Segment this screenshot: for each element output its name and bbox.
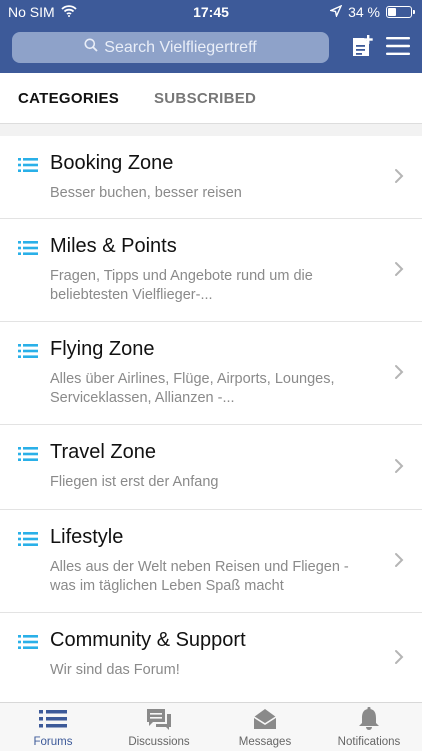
category-row-lifestyle[interactable]: Lifestyle Alles aus der Welt neben Reise… — [0, 510, 422, 613]
menu-button[interactable] — [385, 36, 411, 60]
category-title: Travel Zone — [50, 441, 156, 463]
category-description: Besser buchen, besser reisen — [50, 185, 242, 201]
chevron-right-icon — [394, 364, 404, 385]
category-description: Alles über Airlines, Flüge, Airports, Lo… — [50, 371, 335, 406]
nav-label: Forums — [33, 736, 73, 748]
tab-categories[interactable]: CATEGORIES — [18, 90, 119, 107]
list-icon — [18, 447, 38, 466]
chat-bubbles-icon — [145, 709, 173, 734]
nav-label: Notifications — [337, 736, 401, 748]
search-placeholder: Search Vielfliegertreff — [104, 38, 257, 56]
envelope-icon — [251, 709, 279, 734]
bell-icon — [355, 707, 383, 734]
chevron-right-icon — [394, 168, 404, 189]
category-row-travel-zone[interactable]: Travel Zone Fliegen ist erst der Anfang — [0, 425, 422, 510]
category-row-booking-zone[interactable]: Booking Zone Besser buchen, besser reise… — [0, 136, 422, 219]
hamburger-menu-icon — [386, 36, 410, 60]
bottom-tab-bar: Forums Discussions Messages Notification… — [0, 702, 422, 751]
list-icon — [18, 635, 38, 654]
nav-discussions[interactable]: Discussions — [106, 707, 212, 748]
chevron-right-icon — [394, 649, 404, 670]
nav-notifications[interactable]: Notifications — [316, 707, 422, 748]
list-icon — [18, 158, 38, 177]
nav-messages[interactable]: Messages — [212, 707, 318, 748]
tab-subscribed[interactable]: SUBSCRIBED — [154, 90, 256, 107]
list-icon — [18, 241, 38, 260]
top-navigation-bar: No SIM 17:45 34 % Search Vielfliegertref… — [0, 0, 422, 73]
search-input[interactable]: Search Vielfliegertreff — [12, 32, 329, 63]
category-row-flying-zone[interactable]: Flying Zone Alles über Airlines, Flüge, … — [0, 322, 422, 425]
chevron-right-icon — [394, 552, 404, 573]
category-title: Flying Zone — [50, 338, 155, 360]
list-icon — [18, 344, 38, 363]
nav-forums[interactable]: Forums — [0, 707, 106, 748]
chevron-right-icon — [394, 458, 404, 479]
category-description: Fragen, Tipps und Angebote rund um die b… — [50, 268, 313, 303]
nav-label: Discussions — [128, 736, 190, 748]
battery-icon — [386, 6, 415, 18]
battery-percent: 34 % — [348, 4, 380, 20]
chevron-right-icon — [394, 261, 404, 282]
list-icon — [39, 710, 67, 734]
category-list: Booking Zone Besser buchen, besser reise… — [0, 136, 422, 703]
category-description: Alles aus der Welt neben Reisen und Flie… — [50, 559, 349, 594]
list-icon — [18, 532, 38, 551]
category-title: Community & Support — [50, 629, 246, 651]
category-description: Fliegen ist erst der Anfang — [50, 474, 219, 490]
category-row-miles-points[interactable]: Miles & Points Fragen, Tipps und Angebot… — [0, 219, 422, 322]
tab-bar: CATEGORIES SUBSCRIBED — [0, 73, 422, 124]
nav-label: Messages — [238, 736, 292, 748]
category-title: Booking Zone — [50, 152, 174, 174]
new-post-icon — [351, 34, 373, 63]
status-bar: No SIM 17:45 34 % — [0, 0, 422, 24]
category-row-community-support[interactable]: Community & Support Wir sind das Forum! — [0, 613, 422, 703]
category-description: Wir sind das Forum! — [50, 662, 180, 678]
category-title: Lifestyle — [50, 526, 124, 548]
location-arrow-icon — [328, 4, 343, 20]
category-title: Miles & Points — [50, 235, 177, 257]
new-post-button[interactable] — [349, 34, 375, 63]
search-icon — [84, 38, 98, 57]
